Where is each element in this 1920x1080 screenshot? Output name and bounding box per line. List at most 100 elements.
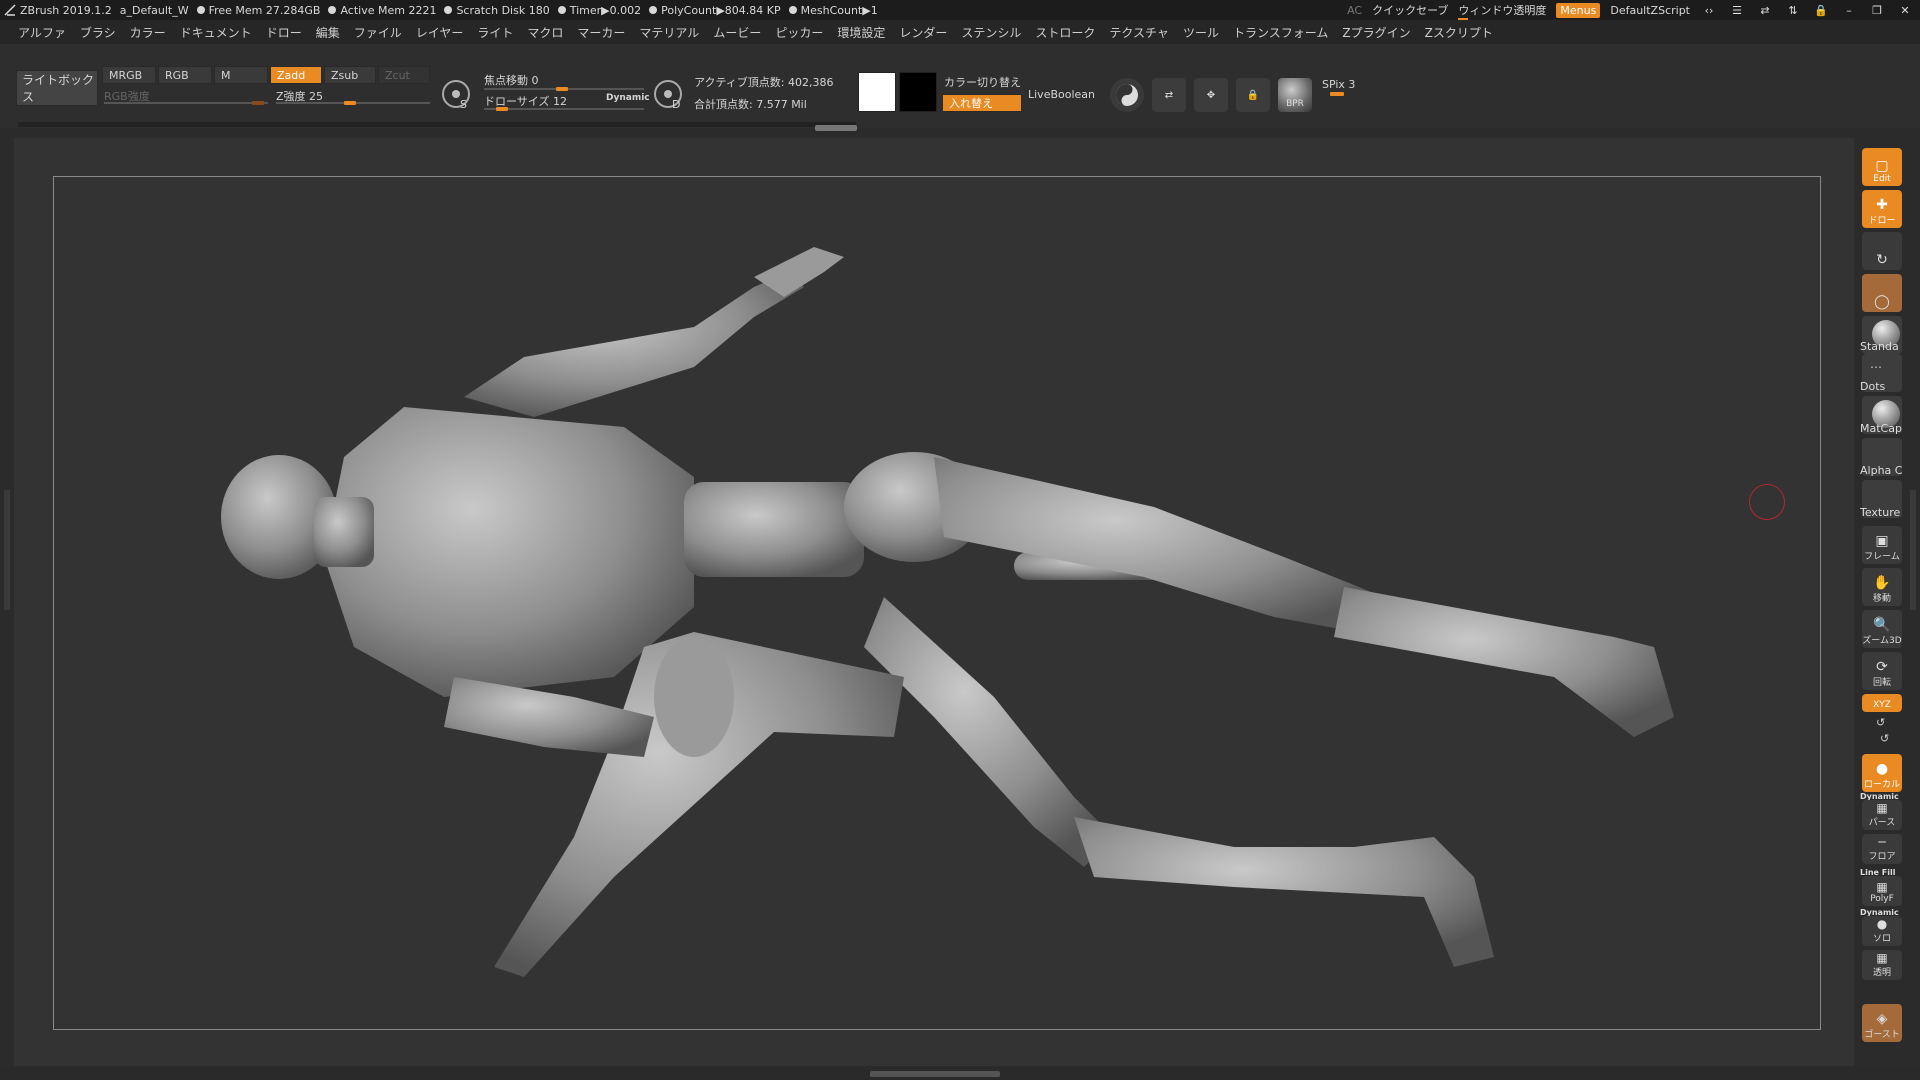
- menus-toggle-button[interactable]: Menus: [1556, 2, 1601, 18]
- ghost-button[interactable]: ◈ ゴースト: [1862, 1004, 1902, 1042]
- menu-tool[interactable]: ツール: [1183, 24, 1219, 41]
- model-silhouette: [221, 247, 1674, 977]
- menu-texture[interactable]: テクスチャ: [1109, 24, 1169, 41]
- close-icon[interactable]: ✕: [1896, 4, 1914, 17]
- symmetry-icon[interactable]: [1110, 78, 1144, 112]
- primary-color-swatch[interactable]: [858, 72, 896, 112]
- bpr-label: BPR: [1286, 99, 1304, 109]
- menu-zplugin[interactable]: Zプラグイン: [1342, 24, 1410, 41]
- transp-button[interactable]: ▦ 透明: [1862, 950, 1902, 980]
- rotate-y-icon[interactable]: ↺: [1876, 716, 1885, 729]
- hand-icon: ✋: [1873, 575, 1891, 591]
- right-tool-shelf: ▢ Edit ✚ ドロー ↻ ◯ Standa ⋯ Dots MatCap Al…: [1858, 138, 1906, 1058]
- material-brown-button[interactable]: ◯: [1862, 274, 1902, 312]
- status-dot-icon: [328, 6, 337, 14]
- window-transparency-button[interactable]: ウィンドウ透明度: [1458, 2, 1546, 21]
- swap-layout-icon[interactable]: ⇄: [1756, 4, 1774, 17]
- menu-marker[interactable]: マーカー: [577, 24, 625, 41]
- rgb-button[interactable]: RGB: [158, 66, 212, 84]
- menu-movie[interactable]: ムービー: [713, 24, 761, 41]
- bpr-render-button[interactable]: BPR: [1278, 78, 1312, 112]
- rotate-toggle-button[interactable]: ↻: [1862, 232, 1902, 270]
- z-intensity-knob[interactable]: [344, 101, 356, 105]
- mrgb-button[interactable]: MRGB: [102, 66, 156, 84]
- lock-camera-icon[interactable]: 🔒: [1236, 78, 1270, 112]
- menu-transform[interactable]: トランスフォーム: [1233, 24, 1328, 41]
- ui-scale-icon[interactable]: ⇅: [1784, 4, 1802, 17]
- menu-brush[interactable]: ブラシ: [80, 24, 116, 41]
- menu-edit[interactable]: 編集: [316, 24, 340, 41]
- columns-icon[interactable]: ☰: [1728, 4, 1746, 17]
- m-button[interactable]: M: [214, 66, 268, 84]
- rgb-intensity-knob[interactable]: [252, 101, 264, 105]
- perspective-label: パース: [1868, 818, 1896, 828]
- xyz-button[interactable]: XYZ: [1862, 694, 1902, 712]
- ghost-label: ゴースト: [1864, 1030, 1900, 1040]
- shelf-scroll-thumb[interactable]: [815, 125, 857, 131]
- draw-size-slider[interactable]: [484, 108, 644, 110]
- draw-button[interactable]: ✚ ドロー: [1862, 190, 1902, 228]
- mirror-icon[interactable]: ⇄: [1152, 78, 1186, 112]
- frame-button[interactable]: ▣ フレーム: [1862, 526, 1902, 564]
- draw-size-knob[interactable]: [496, 107, 508, 111]
- shelf-scrollbar[interactable]: [18, 122, 856, 127]
- menu-macro[interactable]: マクロ: [527, 24, 563, 41]
- bottom-tray-handle[interactable]: [870, 1071, 1000, 1077]
- menu-light[interactable]: ライト: [477, 24, 513, 41]
- lightbox-button[interactable]: ライトボックス: [16, 70, 98, 106]
- menu-layer[interactable]: レイヤー: [416, 24, 464, 41]
- menu-zscript[interactable]: Zスクリプト: [1425, 24, 1493, 41]
- local-button[interactable]: ● ローカル: [1862, 754, 1902, 792]
- zoom3d-label: ズーム3D: [1862, 636, 1902, 646]
- menu-preferences[interactable]: 環境設定: [837, 24, 885, 41]
- zoom-icon: 🔍: [1873, 617, 1891, 633]
- restore-icon[interactable]: ❐: [1868, 4, 1886, 17]
- menu-draw[interactable]: ドロー: [266, 24, 302, 41]
- zadd-button[interactable]: Zadd: [270, 66, 322, 84]
- zcut-button[interactable]: Zcut: [378, 66, 430, 84]
- local-icon: ●: [1875, 761, 1889, 777]
- menu-file[interactable]: ファイル: [354, 24, 402, 41]
- right-panel-toggle[interactable]: [1910, 490, 1916, 610]
- color-switch-button[interactable]: カラー切り替え: [944, 74, 1021, 90]
- menu-document[interactable]: ドキュメント: [180, 24, 252, 41]
- floor-icon: ─: [1878, 835, 1886, 849]
- zsub-button[interactable]: Zsub: [324, 66, 376, 84]
- edit-button[interactable]: ▢ Edit: [1862, 148, 1902, 186]
- menu-stencil[interactable]: ステンシル: [961, 24, 1021, 41]
- spix-knob[interactable]: [1330, 92, 1344, 96]
- minimize-icon[interactable]: –: [1840, 4, 1858, 17]
- dynamic-label[interactable]: Dynamic: [606, 93, 650, 103]
- scratch-disk-text: Scratch Disk 180: [456, 3, 550, 17]
- app-title: ZBrush 2019.1.2: [20, 3, 112, 17]
- solo-button[interactable]: ● ソロ: [1862, 916, 1902, 946]
- menu-alpha[interactable]: アルファ: [18, 24, 66, 41]
- scratch-disk: Scratch Disk 180: [444, 3, 550, 17]
- polyf-button[interactable]: ▦ PolyF: [1862, 876, 1902, 906]
- menu-color[interactable]: カラー: [130, 24, 166, 41]
- transpose-icon[interactable]: ✥: [1194, 78, 1228, 112]
- menu-render[interactable]: レンダー: [899, 24, 947, 41]
- default-zscript-button[interactable]: DefaultZScript: [1610, 4, 1690, 17]
- menu-material[interactable]: マテリアル: [639, 24, 699, 41]
- quicksave-button[interactable]: クイックセーブ: [1372, 2, 1448, 18]
- lock-icon[interactable]: 🔒: [1812, 4, 1830, 17]
- zoom3d-button[interactable]: 🔍 ズーム3D: [1862, 610, 1902, 648]
- menu-stroke[interactable]: ストローク: [1035, 24, 1095, 41]
- floor-button[interactable]: ─ フロア: [1862, 834, 1902, 864]
- rotate-label: 回転: [1872, 678, 1891, 688]
- move-button[interactable]: ✋ 移動: [1862, 568, 1902, 606]
- swap-button[interactable]: 入れ替え: [942, 94, 1022, 112]
- focal-shift-knob[interactable]: [556, 87, 568, 91]
- spix-label: SPix 3: [1322, 78, 1356, 91]
- layout-toggle-icon[interactable]: ‹›: [1700, 4, 1718, 17]
- rotate-z-icon[interactable]: ↺: [1880, 732, 1889, 745]
- perspective-button[interactable]: ▦ パース: [1862, 800, 1902, 830]
- live-boolean-button[interactable]: LiveBoolean: [1028, 88, 1095, 101]
- rotate-button[interactable]: ⟳ 回転: [1862, 652, 1902, 690]
- left-panel-toggle[interactable]: [4, 490, 10, 610]
- secondary-color-swatch[interactable]: [899, 72, 937, 112]
- menu-picker[interactable]: ピッカー: [775, 24, 823, 41]
- canvas-viewport[interactable]: [53, 176, 1821, 1030]
- rgb-intensity-slider[interactable]: [104, 102, 268, 104]
